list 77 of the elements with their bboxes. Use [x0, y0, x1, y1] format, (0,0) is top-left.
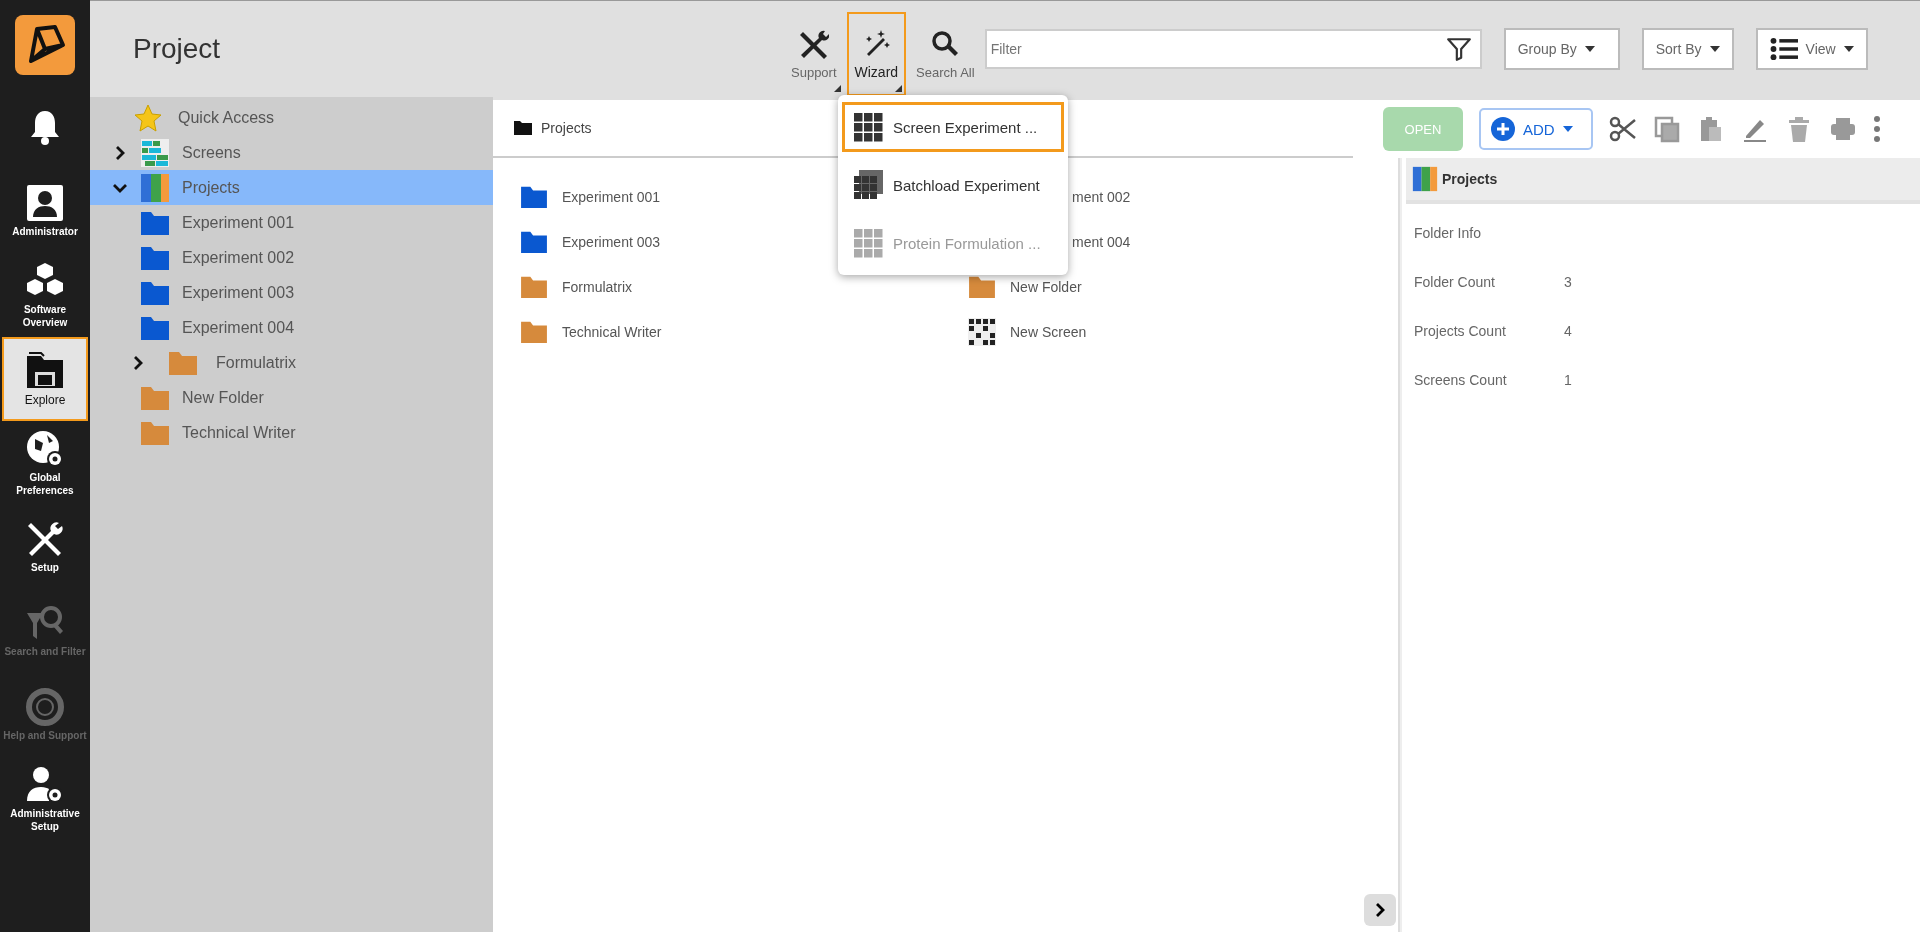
- more-icon[interactable]: [1873, 115, 1881, 143]
- folder-icon: [520, 274, 548, 299]
- grid-item[interactable]: Experiment 001: [520, 174, 661, 219]
- field-label: Screens Count: [1414, 371, 1508, 388]
- nav-item[interactable]: Administrator: [2, 169, 88, 253]
- field-value: 1: [1564, 371, 1572, 388]
- binders-icon: [140, 172, 170, 203]
- nav-item[interactable]: Explore: [2, 337, 88, 421]
- nav-item[interactable]: Setup: [2, 505, 88, 589]
- folder-icon: [140, 419, 170, 446]
- section-label: Folder Info: [1413, 223, 1482, 243]
- tree-item[interactable]: Experiment 001: [90, 205, 493, 240]
- tree-item[interactable]: Technical Writer: [90, 415, 493, 450]
- field-label: Folder Count: [1414, 273, 1496, 290]
- logo-icon: [15, 15, 75, 75]
- folder-icon: [513, 120, 533, 136]
- caret-icon: [1843, 46, 1854, 52]
- folder-icon: [520, 184, 548, 209]
- caret-icon: [1562, 126, 1573, 132]
- plus-icon: [1491, 117, 1515, 141]
- grid-item[interactable]: Technical Writer: [520, 309, 662, 354]
- tree-item[interactable]: Screens: [90, 135, 493, 170]
- person-icon: [25, 183, 65, 224]
- folder-icon: [140, 279, 170, 306]
- details-title: Projects: [1442, 171, 1498, 187]
- tree-item[interactable]: Experiment 002: [90, 240, 493, 275]
- search-icon: [930, 28, 961, 59]
- folder-icon: [520, 229, 548, 254]
- tree-item[interactable]: Formulatrix: [90, 345, 493, 380]
- folder-icon: [140, 209, 170, 236]
- copy-icon[interactable]: [1653, 115, 1681, 143]
- toolbar-button[interactable]: Support: [783, 12, 845, 96]
- caret-icon: [1709, 46, 1720, 52]
- binders-icon: [1412, 165, 1438, 193]
- grid-icon: [853, 228, 883, 258]
- list-icon: [1769, 35, 1798, 63]
- field-value: 3: [1564, 273, 1572, 290]
- cut-icon[interactable]: [1609, 115, 1637, 143]
- filter-icon[interactable]: [1445, 36, 1472, 62]
- dropdown-button[interactable]: Sort By: [1641, 28, 1734, 70]
- folder-icon: [168, 349, 198, 376]
- page-title: Project: [133, 33, 222, 65]
- add-button[interactable]: ADD: [1479, 108, 1593, 150]
- star-icon: [132, 102, 162, 133]
- filter-field[interactable]: Filter: [984, 29, 1482, 69]
- grid-item[interactable]: New Screen: [968, 309, 1087, 354]
- grid-icon: [853, 112, 883, 142]
- nav-item[interactable]: Global Preferences: [2, 421, 88, 505]
- folder-icon: [25, 350, 65, 390]
- grid-pattern-icon: [968, 317, 996, 346]
- tree-item[interactable]: Quick Access: [90, 100, 493, 135]
- expand-button[interactable]: [1364, 894, 1396, 926]
- folder-icon: [520, 319, 548, 344]
- toolbar-button[interactable]: Search All: [908, 12, 983, 96]
- tree-item[interactable]: Projects: [90, 170, 493, 205]
- nav-item[interactable]: Administrative Setup: [2, 757, 88, 841]
- filter-input[interactable]: Filter: [988, 40, 1446, 58]
- dropdown-button[interactable]: View: [1755, 28, 1868, 70]
- tree-item[interactable]: Experiment 003: [90, 275, 493, 310]
- grid-item[interactable]: Formulatrix: [520, 264, 632, 309]
- menu-item[interactable]: Screen Experiment ...: [842, 102, 1064, 152]
- folder-icon: [140, 384, 170, 411]
- folder-icon: [140, 244, 170, 271]
- dropdown-button[interactable]: Group By: [1503, 28, 1620, 70]
- folder-icon: [140, 314, 170, 341]
- nav-item[interactable]: Software Overview: [2, 253, 88, 337]
- tree-item[interactable]: New Folder: [90, 380, 493, 415]
- lifebuoy-icon: [25, 687, 65, 728]
- tree-item[interactable]: Experiment 004: [90, 310, 493, 345]
- tools-icon: [798, 28, 829, 59]
- stacked-grid-icon: [853, 170, 883, 200]
- mosaic-icon: [140, 137, 170, 168]
- grid-item[interactable]: Experiment 003: [520, 219, 661, 264]
- caret-icon: [1584, 46, 1595, 52]
- field-value: 4: [1564, 322, 1572, 339]
- menu-item[interactable]: Batchload Experiment: [842, 160, 1064, 210]
- field-label: Projects Count: [1414, 322, 1507, 339]
